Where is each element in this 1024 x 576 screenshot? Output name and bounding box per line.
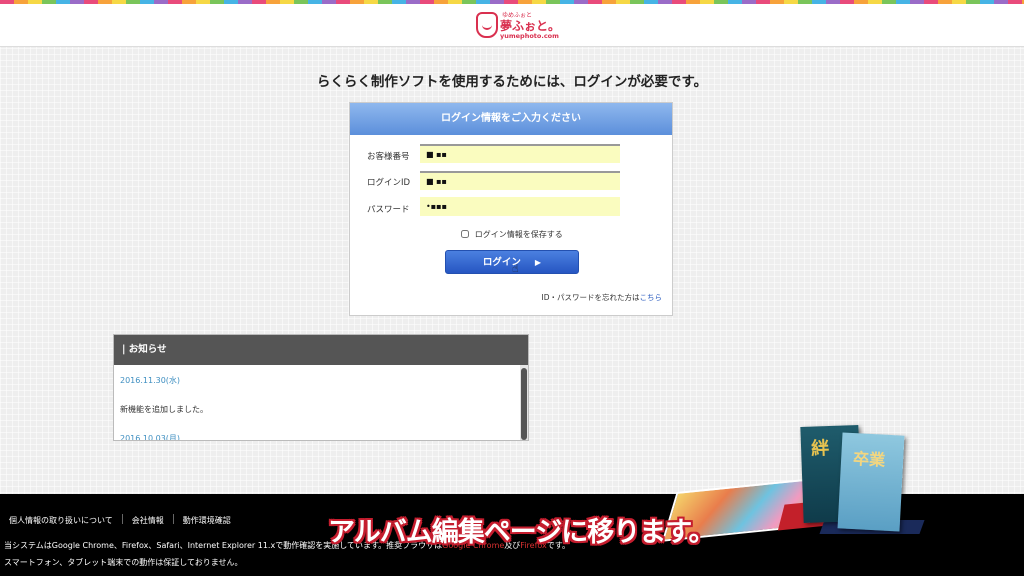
login-panel: ログイン情報をご入力ください お客様番号 ログインID パスワード ログイン情報…	[349, 102, 673, 316]
login-id-input[interactable]	[420, 171, 620, 190]
save-login-row: ログイン情報を保存する	[350, 229, 674, 240]
save-login-checkbox[interactable]	[461, 230, 470, 238]
forgot-text: ID・パスワードを忘れた方は	[541, 293, 640, 302]
site-header: ゆめふぉと 夢ふぉと。 yumephoto.com	[0, 4, 1024, 47]
news-panel: | お知らせ 2016.11.30(水) 新機能を追加しました。 2016.10…	[113, 334, 529, 441]
footer-links: 個人情報の取り扱いについて 会社情報 動作環境確認	[4, 514, 236, 526]
footer-phone-note: スマートフォン、タブレット端末での動作は保証しておりません。	[4, 558, 243, 567]
album-cover-graduation-title: 卒業	[852, 449, 886, 470]
customer-number-input[interactable]	[420, 144, 620, 163]
play-arrow-icon: ▶	[534, 258, 542, 267]
footer-divider	[121, 514, 123, 524]
album-cover-kizuna-title: 絆	[810, 438, 830, 460]
hand-cursor-icon: ☝	[512, 262, 519, 275]
page-headline: らくらく制作ソフトを使用するためには、ログインが必要です。	[316, 74, 708, 90]
news-text: 新機能を追加しました。	[120, 405, 208, 414]
news-scrollbar[interactable]	[520, 365, 528, 440]
news-heading: | お知らせ	[114, 335, 528, 365]
login-id-label: ログインID	[367, 178, 411, 188]
customer-number-label: お客様番号	[367, 152, 410, 162]
footer-divider	[172, 514, 174, 524]
save-login-label[interactable]: ログイン情報を保存する	[475, 230, 563, 239]
password-label: パスワード	[367, 205, 410, 215]
login-panel-heading: ログイン情報をご入力ください	[350, 103, 672, 135]
news-list: 2016.11.30(水) 新機能を追加しました。 2016.10.03(月)	[114, 365, 520, 440]
footer-link-environment[interactable]: 動作環境確認	[178, 516, 236, 525]
forgot-link[interactable]: こちら	[640, 293, 663, 302]
logo-url: yumephoto.com	[500, 32, 559, 40]
password-input[interactable]	[420, 197, 620, 216]
footer-link-company[interactable]: 会社情報	[127, 516, 169, 525]
forgot-credentials: ID・パスワードを忘れた方はこちら	[542, 292, 663, 303]
news-date: 2016.10.03(月)	[120, 434, 181, 441]
logo-icon	[476, 12, 498, 38]
site-logo[interactable]: ゆめふぉと 夢ふぉと。 yumephoto.com	[476, 10, 560, 42]
news-date: 2016.11.30(水)	[120, 376, 181, 385]
news-scroll-thumb[interactable]	[521, 368, 527, 440]
footer-link-privacy[interactable]: 個人情報の取り扱いについて	[4, 516, 118, 525]
album-cover-graduation: 卒業	[837, 432, 905, 532]
video-subtitle: アルバム編集ページに移ります。	[328, 517, 715, 548]
